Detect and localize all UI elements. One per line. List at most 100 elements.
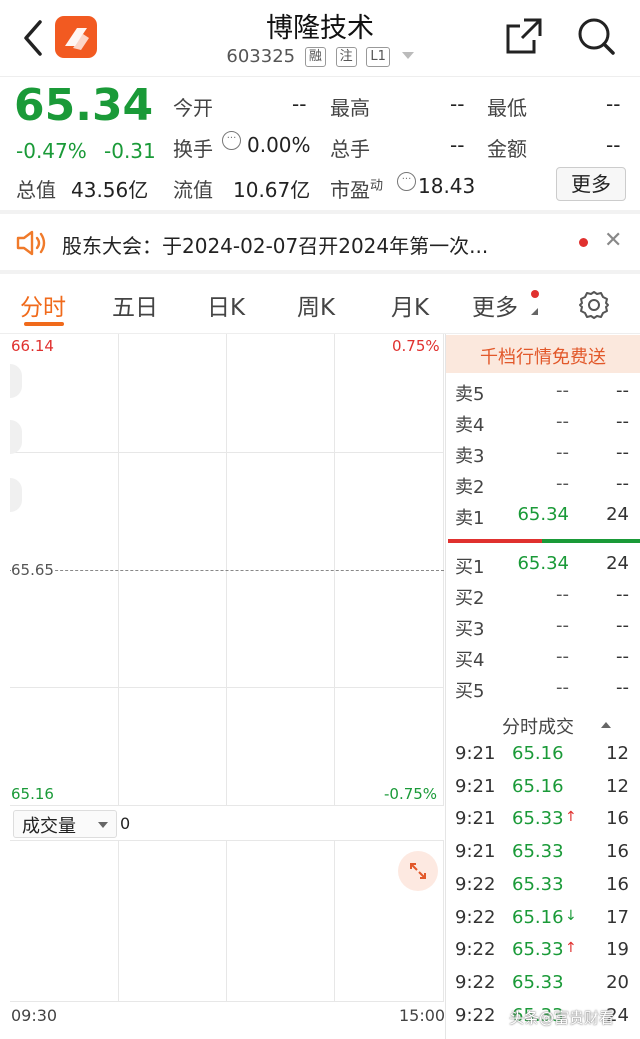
order-volume: --	[616, 411, 629, 432]
trade-direction-icon: ↑	[565, 940, 577, 957]
stock-code-row: 603325 融 注 L1	[0, 46, 640, 67]
tab-more[interactable]: 更多	[472, 288, 518, 322]
chart-side-tab	[10, 478, 22, 512]
order-volume: --	[616, 584, 629, 605]
sell-order-row[interactable]: 卖1 65.34 24	[455, 504, 635, 534]
trade-row: 9:21 65.33 ↑ 16	[455, 808, 635, 840]
grid-hline	[10, 452, 444, 453]
trade-price: 65.16	[512, 775, 564, 797]
trade-time: 9:22	[455, 906, 496, 928]
tab-weekly-k[interactable]: 周K	[297, 288, 335, 322]
notice-bar[interactable]: 股东大会：于2024-02-07召开2024年第一次... ✕	[0, 214, 640, 270]
order-volume: 24	[606, 504, 629, 525]
trade-row: 9:21 65.16 12	[455, 776, 635, 808]
tab-monthly-k[interactable]: 月K	[391, 288, 429, 322]
level-tag: L1	[366, 47, 390, 67]
more-button[interactable]: 更多	[556, 167, 626, 201]
grid-vline	[443, 840, 444, 1002]
trade-time: 9:21	[455, 841, 496, 863]
order-volume: --	[616, 380, 629, 401]
order-price: --	[556, 411, 569, 432]
buy-order-row[interactable]: 买3 -- --	[455, 615, 635, 645]
pct-axis-bottom: -0.75%	[384, 785, 438, 803]
buy-order-row[interactable]: 买1 65.34 24	[455, 553, 635, 583]
time-axis-start: 09:30	[11, 1006, 58, 1025]
price-chart[interactable]	[10, 334, 444, 806]
change-value: -0.31	[104, 139, 156, 163]
bid-ask-bar-red	[448, 539, 542, 543]
sell-order-row[interactable]: 卖4 -- --	[455, 411, 635, 441]
order-volume: --	[616, 646, 629, 667]
volume-value: --	[450, 133, 465, 157]
trade-volume: 17	[606, 906, 629, 928]
order-price: --	[556, 646, 569, 667]
order-price: --	[556, 677, 569, 698]
volume-selector[interactable]: 成交量	[13, 810, 117, 838]
trades-title: 分时成交	[502, 717, 574, 738]
settings-button[interactable]	[578, 289, 610, 321]
buy-order-row[interactable]: 买4 -- --	[455, 646, 635, 676]
level2-promo-banner[interactable]: 千档行情免费送	[446, 335, 640, 373]
order-price: --	[556, 473, 569, 494]
order-level-label: 买3	[455, 619, 485, 640]
trades-header[interactable]: 分时成交	[446, 710, 640, 740]
expand-button[interactable]	[398, 851, 438, 891]
trade-row: 9:22 65.16 ↓ 17	[455, 907, 635, 939]
orderbook-divider	[445, 334, 446, 1039]
high-label: 最高	[330, 96, 370, 120]
current-price: 65.34	[14, 80, 154, 131]
order-level-label: 买4	[455, 650, 485, 671]
trade-row: 9:21 65.33 16	[455, 841, 635, 873]
caret-down-icon[interactable]	[401, 52, 414, 59]
tab-five-day[interactable]: 五日	[112, 288, 158, 322]
expand-icon	[410, 863, 426, 879]
pe-label: 市盈动	[330, 174, 383, 203]
order-level-label: 卖3	[455, 446, 485, 467]
order-level-label: 买1	[455, 557, 485, 578]
trade-volume: 20	[606, 971, 629, 993]
chart-side-tab	[10, 364, 22, 398]
pct-axis-top: 0.75%	[392, 337, 440, 355]
open-label: 今开	[173, 96, 213, 120]
amount-label: 金额	[487, 137, 527, 161]
trade-volume: 16	[606, 841, 629, 863]
close-icon[interactable]: ✕	[604, 228, 622, 253]
turnover-value: 0.00%	[247, 133, 311, 157]
high-value: --	[450, 92, 465, 116]
trade-price: 65.33	[512, 808, 564, 830]
volume-chart[interactable]	[10, 840, 444, 1002]
order-price: --	[556, 584, 569, 605]
watermark: 头条@富贵财看	[509, 1009, 615, 1027]
trade-price: 65.33	[512, 841, 564, 863]
turnover-info-icon[interactable]: ···	[222, 131, 241, 150]
gear-icon	[579, 291, 609, 319]
share-button[interactable]	[504, 16, 544, 56]
trade-volume: 16	[606, 808, 629, 830]
order-volume: --	[616, 473, 629, 494]
trade-row: 9:22 65.33 16	[455, 874, 635, 906]
open-value: --	[292, 92, 307, 116]
trade-volume: 12	[606, 743, 629, 764]
grid-vline	[118, 840, 119, 1002]
trade-time: 9:22	[455, 939, 496, 961]
sell-order-row[interactable]: 卖3 -- --	[455, 442, 635, 472]
tab-daily-k[interactable]: 日K	[207, 288, 245, 322]
trade-time: 9:22	[455, 1004, 496, 1026]
tab-active-indicator	[24, 322, 64, 326]
tab-intraday[interactable]: 分时	[20, 288, 66, 322]
pe-info-icon[interactable]: ···	[397, 172, 416, 191]
sell-order-row[interactable]: 卖2 -- --	[455, 473, 635, 503]
trade-price: 65.33	[512, 971, 564, 993]
sell-order-row[interactable]: 卖5 -- --	[455, 380, 635, 410]
order-volume: 24	[606, 553, 629, 574]
section-gap	[0, 270, 640, 274]
order-price: 65.34	[517, 553, 569, 574]
buy-order-row[interactable]: 买5 -- --	[455, 677, 635, 707]
search-button[interactable]	[576, 16, 616, 56]
buy-order-row[interactable]: 买2 -- --	[455, 584, 635, 614]
tab-more-corner-icon	[531, 308, 538, 315]
trade-volume: 12	[606, 775, 629, 797]
pe-label-sup: 动	[370, 178, 384, 194]
prev-close-line	[10, 570, 444, 571]
order-level-label: 卖1	[455, 508, 485, 529]
